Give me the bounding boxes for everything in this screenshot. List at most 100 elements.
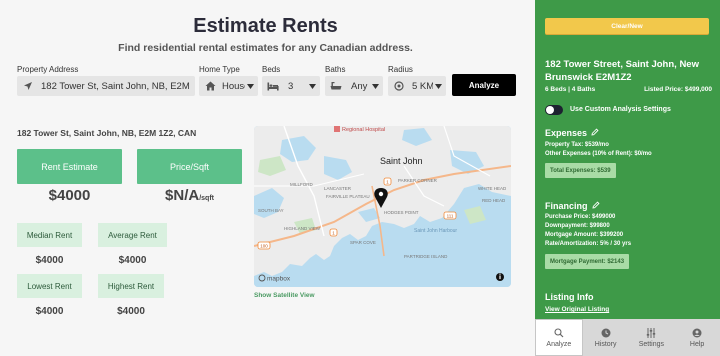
lowest-rent-label: Lowest Rent [17,274,82,298]
sliders-icon [646,327,656,338]
road-shield-100: 100 [260,244,268,249]
analysis-sidebar: Clear/New 182 Tower Street, Saint John, … [535,0,720,356]
page-subtitle: Find residential rental estimates for an… [118,42,413,54]
tab-help[interactable]: Help [674,319,720,356]
property-tax: Property Tax: $539/mo [545,142,609,148]
other-expenses: Other Expenses (10% of Rent): $0/mo [545,151,652,157]
price-sqft-value: $N/A/sqft [137,187,242,204]
property-title: 182 Tower Street, Saint John, New Brunsw… [545,59,699,83]
price-sqft-amount: $N/A [165,187,200,204]
chevron-down-icon [245,83,255,89]
expenses-heading: Expenses [545,128,599,138]
rent-estimate-value: $4000 [48,187,91,204]
beds-select[interactable]: 3 [262,76,320,96]
address-label: Property Address [17,65,79,74]
home-type-select[interactable]: House [199,76,258,96]
map-label-south-bay: SOUTH BAY [258,208,284,213]
tab-settings[interactable]: Settings [629,319,675,356]
tab-history-label: History [594,340,617,348]
search-icon [554,327,564,338]
satellite-view-link[interactable]: Show Satellite View [254,292,315,299]
rate-amortization: Rate/Amortization: 5% / 30 yrs [545,241,632,247]
edit-expenses-icon[interactable] [591,128,599,138]
map-label-highland-view: HIGHLAND VIEW [284,226,321,231]
tab-analyze[interactable]: Analyze [535,319,583,356]
radius-select[interactable]: 5 KM [388,76,446,96]
rent-estimate-button[interactable]: Rent Estimate [17,149,122,184]
mapbox-logo-text: mapbox [267,276,291,283]
map-label-harbour: Saint John Harbour [414,228,457,234]
house-icon [201,81,219,91]
mortgage-payment-badge: Mortgage Payment: $2143 [545,254,630,269]
total-expenses-badge: Total Expenses: $539 [545,163,616,178]
baths-label: Baths [325,65,346,74]
mortgage-amount: Mortgage Amount: $399200 [545,232,624,238]
map[interactable]: 100 1 1 111 Regional Hospital Saint John… [254,126,511,287]
map-label-partridge-island: PARTRIDGE ISLAND [404,254,448,259]
home-type-label: Home Type [199,65,240,74]
average-rent-value: $4000 [118,255,147,266]
listing-title: Listing Info [545,292,594,302]
navigation-arrow-icon [19,81,37,91]
purchase-price: Purchase Price: $499000 [545,214,616,220]
main-panel: Estimate Rents Find residential rental e… [0,0,531,356]
chevron-down-icon [433,83,443,89]
highest-rent-label: Highest Rent [98,274,164,298]
clear-new-button[interactable]: Clear/New [545,18,709,34]
custom-settings-toggle[interactable] [545,105,563,115]
page-title: Estimate Rents [193,15,338,37]
baths-select[interactable]: Any [325,76,383,96]
map-label-millford: MILLFORD [290,182,314,187]
edit-financing-icon[interactable] [591,201,600,211]
tab-analyze-label: Analyze [546,340,572,348]
price-sqft-button[interactable]: Price/Sqft [137,149,242,184]
lowest-rent-value: $4000 [35,306,64,317]
median-rent-label: Median Rent [17,223,82,247]
map-label-spar-cove: SPAR COVE [350,240,376,245]
home-type-value: House [222,80,245,92]
listed-price: Listed Price: $499,000 [644,86,712,93]
radius-label: Radius [388,65,413,74]
map-label-red-head: RED HEAD [482,198,506,203]
analyze-button[interactable]: Analyze [452,74,516,96]
beds-value: 3 [288,80,294,92]
expenses-title: Expenses [545,128,588,138]
road-shield-111: 111 [447,214,454,219]
highest-rent-value: $4000 [117,306,145,317]
toggle-knob [546,106,554,114]
listing-heading: Listing Info [545,292,594,302]
radius-value: 5 KM [412,80,433,92]
custom-settings-label: Use Custom Analysis Settings [570,106,671,113]
result-address: 182 Tower St, Saint John, NB, E2M 1Z2, C… [17,128,197,138]
address-value: 182 Tower St, Saint John, NB, E2M [41,80,190,92]
map-label-hospital: Regional Hospital [342,127,385,133]
bathtub-icon [327,81,345,91]
price-sqft-unit: /sqft [199,195,214,202]
bed-icon [264,82,282,91]
view-listing-link[interactable]: View Original Listing [545,306,609,313]
address-input[interactable]: 182 Tower St, Saint John, NB, E2M [17,76,195,96]
chevron-down-icon [370,83,380,89]
tab-history[interactable]: History [583,319,629,356]
financing-heading: Financing [545,201,600,211]
map-label-hodges-point: HODGES POINT [384,210,419,215]
map-label-parker-corner: PARKER CORNER [398,178,438,183]
tab-help-label: Help [689,340,705,348]
history-icon [601,328,611,338]
user-icon [692,328,702,338]
bottom-tab-bar: Analyze History Settings Help [535,319,720,356]
map-label-saint-john: Saint John [380,156,423,166]
map-canvas: 100 1 1 111 Regional Hospital Saint John… [254,126,511,287]
median-rent-value: $4000 [35,255,64,266]
average-rent-label: Average Rent [98,223,167,247]
beds-label: Beds [262,65,281,74]
baths-value: Any [351,80,368,92]
downpayment: Downpayment: $99800 [545,223,610,229]
tab-settings-label: Settings [638,340,665,348]
map-label-lancaster: LANCASTER [324,186,352,191]
beds-baths: 6 Beds | 4 Baths [545,86,596,93]
target-icon [390,81,408,91]
map-label-white-head: WHITE HEAD [478,186,507,191]
financing-title: Financing [545,201,588,211]
chevron-down-icon [307,83,317,89]
